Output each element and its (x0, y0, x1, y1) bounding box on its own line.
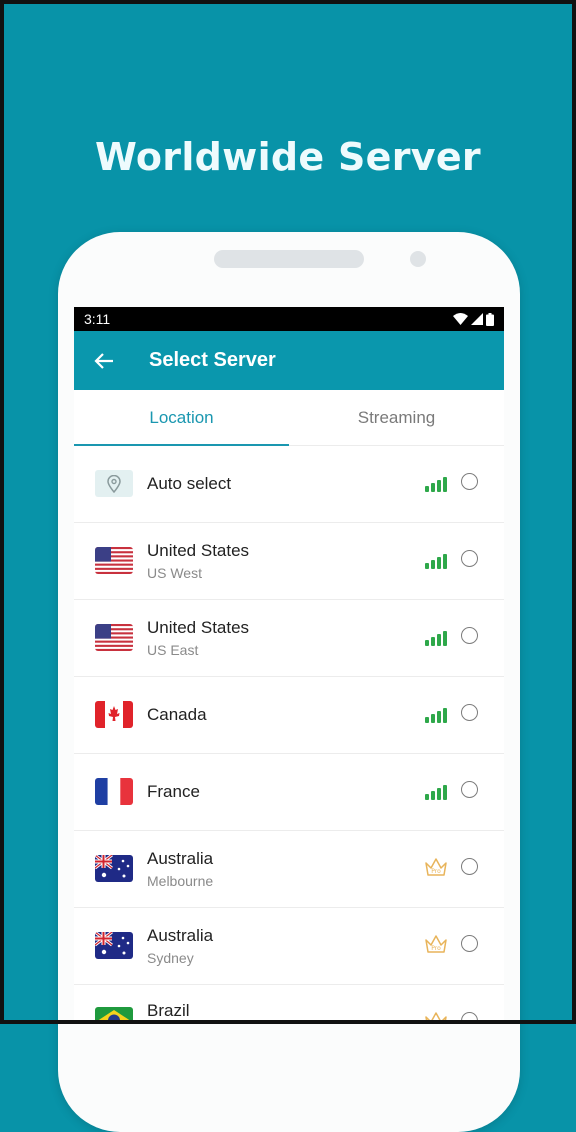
cell-signal-icon (471, 313, 483, 325)
server-region: US East (147, 642, 199, 658)
location-pin-icon (95, 470, 133, 497)
signal-strength-icon (425, 707, 447, 723)
server-name: France (147, 782, 200, 801)
tab-bar: Location Streaming (74, 390, 504, 446)
server-names: Australia Sydney (147, 926, 213, 966)
server-row-auto-select[interactable]: Auto select (74, 446, 504, 523)
pro-crown-icon: Pro (424, 1011, 448, 1024)
us-flag-icon (95, 547, 133, 574)
server-name: Brazil (147, 1001, 190, 1020)
wifi-icon (453, 313, 468, 325)
signal-strength-icon (425, 476, 447, 492)
server-names: France (147, 782, 200, 802)
server-region: US West (147, 565, 202, 581)
promo-headline: Worldwide Server (95, 135, 481, 179)
server-name: Australia (147, 849, 214, 868)
signal-strength-icon (425, 784, 447, 800)
signal-strength-icon (425, 553, 447, 569)
server-row-australia-melbourne[interactable]: Australia Melbourne Pro (74, 831, 504, 908)
select-radio[interactable] (461, 473, 478, 490)
server-names: United States US West (147, 541, 249, 581)
svg-text:Pro: Pro (431, 945, 441, 952)
server-row-australia-sydney[interactable]: Australia Sydney Pro (74, 908, 504, 985)
signal-strength-icon (425, 630, 447, 646)
tab-location[interactable]: Location (74, 390, 289, 445)
server-region: Sydney (147, 950, 194, 966)
brazil-flag-icon (95, 1007, 133, 1024)
back-button[interactable] (74, 352, 134, 370)
server-name: United States (147, 618, 250, 637)
select-radio[interactable] (461, 935, 478, 952)
phone-camera (410, 251, 426, 267)
server-name: Auto select (147, 474, 232, 493)
server-row-us-west[interactable]: United States US West (74, 523, 504, 600)
server-name: United States (147, 541, 250, 560)
phone-screen: 3:11 Select Server Location Streaming Au… (74, 307, 504, 1024)
us-flag-icon (95, 624, 133, 651)
select-radio[interactable] (461, 1012, 478, 1024)
server-row-canada[interactable]: Canada (74, 677, 504, 754)
pro-crown-icon: Pro (424, 934, 448, 959)
select-radio[interactable] (461, 550, 478, 567)
select-radio[interactable] (461, 781, 478, 798)
server-row-us-east[interactable]: United States US East (74, 600, 504, 677)
server-list: Auto select United States US West United… (74, 446, 504, 1024)
server-names: United States US East (147, 618, 249, 658)
phone-speaker (214, 250, 364, 268)
server-row-brazil[interactable]: Brazil Pro (74, 985, 504, 1024)
server-names: Canada (147, 705, 207, 725)
australia-flag-icon (95, 855, 133, 882)
select-radio[interactable] (461, 704, 478, 721)
tab-streaming[interactable]: Streaming (289, 390, 504, 445)
server-names: Australia Melbourne (147, 849, 213, 889)
france-flag-icon (95, 778, 133, 805)
app-bar: Select Server (74, 331, 504, 390)
select-radio[interactable] (461, 858, 478, 875)
svg-text:Pro: Pro (431, 868, 441, 875)
status-icons (453, 312, 494, 326)
server-name: Australia (147, 926, 214, 945)
server-names: Auto select (147, 474, 231, 494)
select-radio[interactable] (461, 627, 478, 644)
canada-flag-icon (95, 701, 133, 728)
arrow-left-icon (94, 352, 113, 369)
server-names: Brazil (147, 1001, 190, 1021)
status-time: 3:11 (84, 311, 111, 327)
pro-crown-icon: Pro (424, 857, 448, 882)
page-title: Select Server (149, 349, 276, 371)
server-row-france[interactable]: France (74, 754, 504, 831)
server-region: Melbourne (147, 873, 214, 889)
server-name: Canada (147, 705, 207, 724)
australia-flag-icon (95, 932, 133, 959)
battery-icon (486, 312, 494, 326)
status-bar: 3:11 (74, 307, 504, 331)
